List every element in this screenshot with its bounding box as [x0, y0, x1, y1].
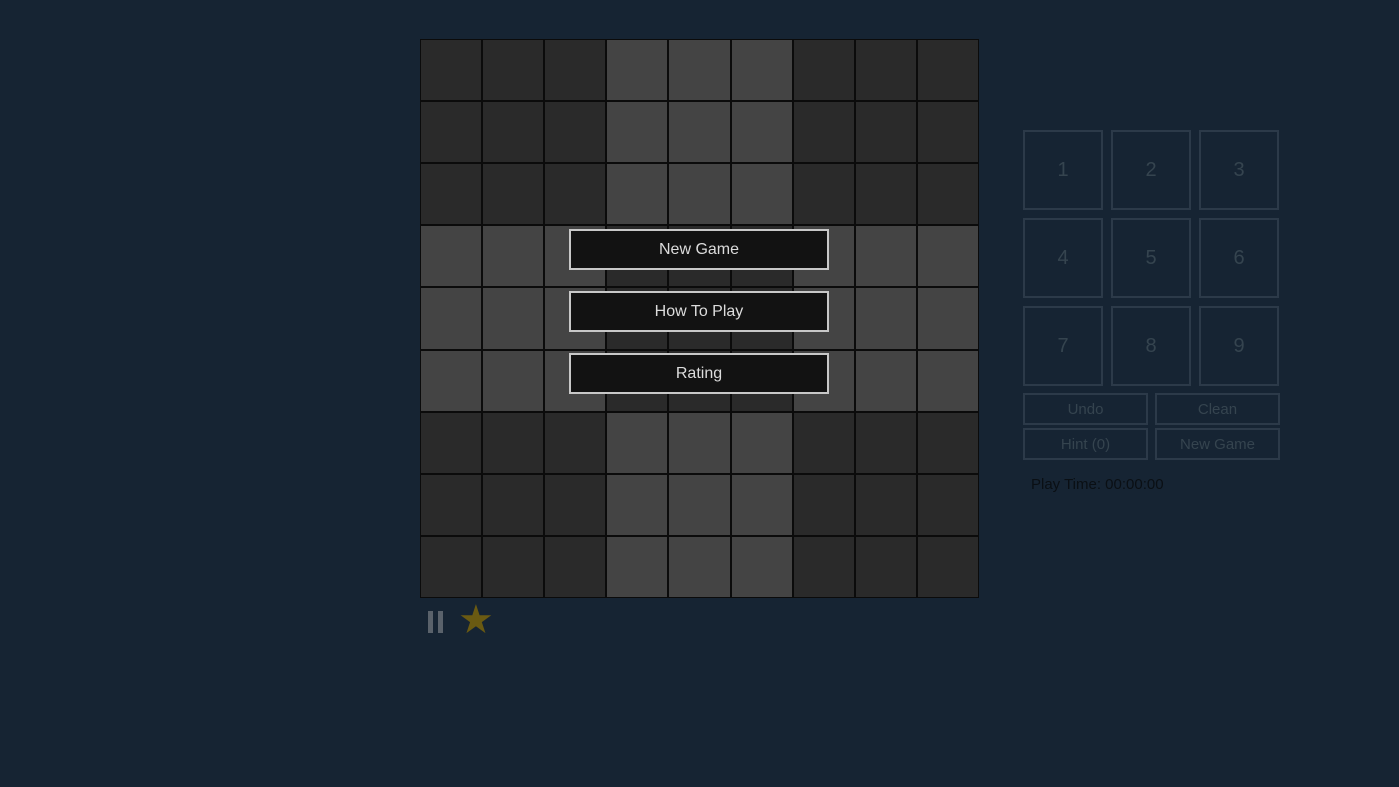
pause-bar-right: [438, 611, 443, 633]
board-cell[interactable]: [917, 164, 978, 225]
board-cell[interactable]: [731, 474, 792, 535]
board-cell[interactable]: [483, 40, 544, 101]
board-cell[interactable]: [545, 40, 606, 101]
board-cell[interactable]: [545, 164, 606, 225]
side-new-game-button[interactable]: New Game: [1155, 428, 1280, 460]
board-cell[interactable]: [855, 350, 916, 411]
board-cell[interactable]: [483, 288, 544, 349]
number-button-3[interactable]: 3: [1199, 130, 1279, 210]
board-cell[interactable]: [545, 474, 606, 535]
board-cell[interactable]: [421, 350, 482, 411]
control-buttons: Undo Clean Hint (0) New Game: [1023, 393, 1280, 460]
play-time-label: Play Time: 00:00:00: [1031, 476, 1164, 493]
undo-button[interactable]: Undo: [1023, 393, 1148, 425]
board-cell[interactable]: [421, 102, 482, 163]
board-cell[interactable]: [855, 102, 916, 163]
board-cell[interactable]: [607, 40, 668, 101]
board-cell[interactable]: [483, 350, 544, 411]
star-icon[interactable]: ★: [458, 600, 494, 640]
board-cell[interactable]: [731, 164, 792, 225]
board-cell[interactable]: [917, 412, 978, 473]
board-cell[interactable]: [793, 536, 854, 597]
board-cell[interactable]: [855, 412, 916, 473]
board-cell[interactable]: [483, 102, 544, 163]
board-cell[interactable]: [855, 40, 916, 101]
number-pad: 1 2 3 4 5 6 7 8 9 Undo Clean Hint (0) Ne…: [1023, 130, 1280, 460]
board-cell[interactable]: [607, 536, 668, 597]
board-cell[interactable]: [917, 350, 978, 411]
board-cell[interactable]: [421, 474, 482, 535]
board-cell[interactable]: [793, 412, 854, 473]
number-button-8[interactable]: 8: [1111, 306, 1191, 386]
number-button-7[interactable]: 7: [1023, 306, 1103, 386]
board-cell[interactable]: [421, 288, 482, 349]
board-cell[interactable]: [545, 536, 606, 597]
board-cell[interactable]: [917, 40, 978, 101]
board-cell[interactable]: [793, 164, 854, 225]
pause-bar-left: [428, 611, 433, 633]
board-cell[interactable]: [917, 226, 978, 287]
new-game-button[interactable]: New Game: [569, 229, 829, 270]
clean-button[interactable]: Clean: [1155, 393, 1280, 425]
board-cell[interactable]: [917, 102, 978, 163]
board-cell[interactable]: [421, 164, 482, 225]
number-grid: 1 2 3 4 5 6 7 8 9: [1023, 130, 1279, 386]
board-cell[interactable]: [669, 102, 730, 163]
game-menu: New Game How To Play Rating: [569, 229, 829, 415]
board-cell[interactable]: [669, 164, 730, 225]
board-cell[interactable]: [669, 40, 730, 101]
board-cell[interactable]: [483, 536, 544, 597]
board-cell[interactable]: [917, 474, 978, 535]
board-cell[interactable]: [607, 412, 668, 473]
board-cell[interactable]: [483, 226, 544, 287]
board-cell[interactable]: [793, 102, 854, 163]
board-cell[interactable]: [421, 412, 482, 473]
board-cell[interactable]: [545, 102, 606, 163]
board-cell[interactable]: [669, 536, 730, 597]
board-cell[interactable]: [917, 288, 978, 349]
number-button-9[interactable]: 9: [1199, 306, 1279, 386]
pause-icon[interactable]: [426, 611, 446, 633]
board-cell[interactable]: [607, 474, 668, 535]
board-cell[interactable]: [731, 536, 792, 597]
board-cell[interactable]: [855, 474, 916, 535]
board-cell[interactable]: [421, 536, 482, 597]
board-cell[interactable]: [607, 102, 668, 163]
number-button-4[interactable]: 4: [1023, 218, 1103, 298]
board-cell[interactable]: [669, 474, 730, 535]
board-cell[interactable]: [483, 164, 544, 225]
board-cell[interactable]: [855, 536, 916, 597]
board-cell[interactable]: [793, 474, 854, 535]
number-button-2[interactable]: 2: [1111, 130, 1191, 210]
rating-button[interactable]: Rating: [569, 353, 829, 394]
board-cell[interactable]: [607, 164, 668, 225]
board-cell[interactable]: [731, 40, 792, 101]
board-cell[interactable]: [855, 226, 916, 287]
number-button-5[interactable]: 5: [1111, 218, 1191, 298]
board-cell[interactable]: [669, 412, 730, 473]
number-button-6[interactable]: 6: [1199, 218, 1279, 298]
board-cell[interactable]: [483, 412, 544, 473]
board-cell[interactable]: [545, 412, 606, 473]
board-cell[interactable]: [421, 40, 482, 101]
board-cell[interactable]: [917, 536, 978, 597]
board-cell[interactable]: [483, 474, 544, 535]
board-cell[interactable]: [855, 164, 916, 225]
how-to-play-button[interactable]: How To Play: [569, 291, 829, 332]
board-cell[interactable]: [855, 288, 916, 349]
board-cell[interactable]: [421, 226, 482, 287]
hint-button[interactable]: Hint (0): [1023, 428, 1148, 460]
number-button-1[interactable]: 1: [1023, 130, 1103, 210]
board-cell[interactable]: [731, 102, 792, 163]
board-cell[interactable]: [731, 412, 792, 473]
board-cell[interactable]: [793, 40, 854, 101]
